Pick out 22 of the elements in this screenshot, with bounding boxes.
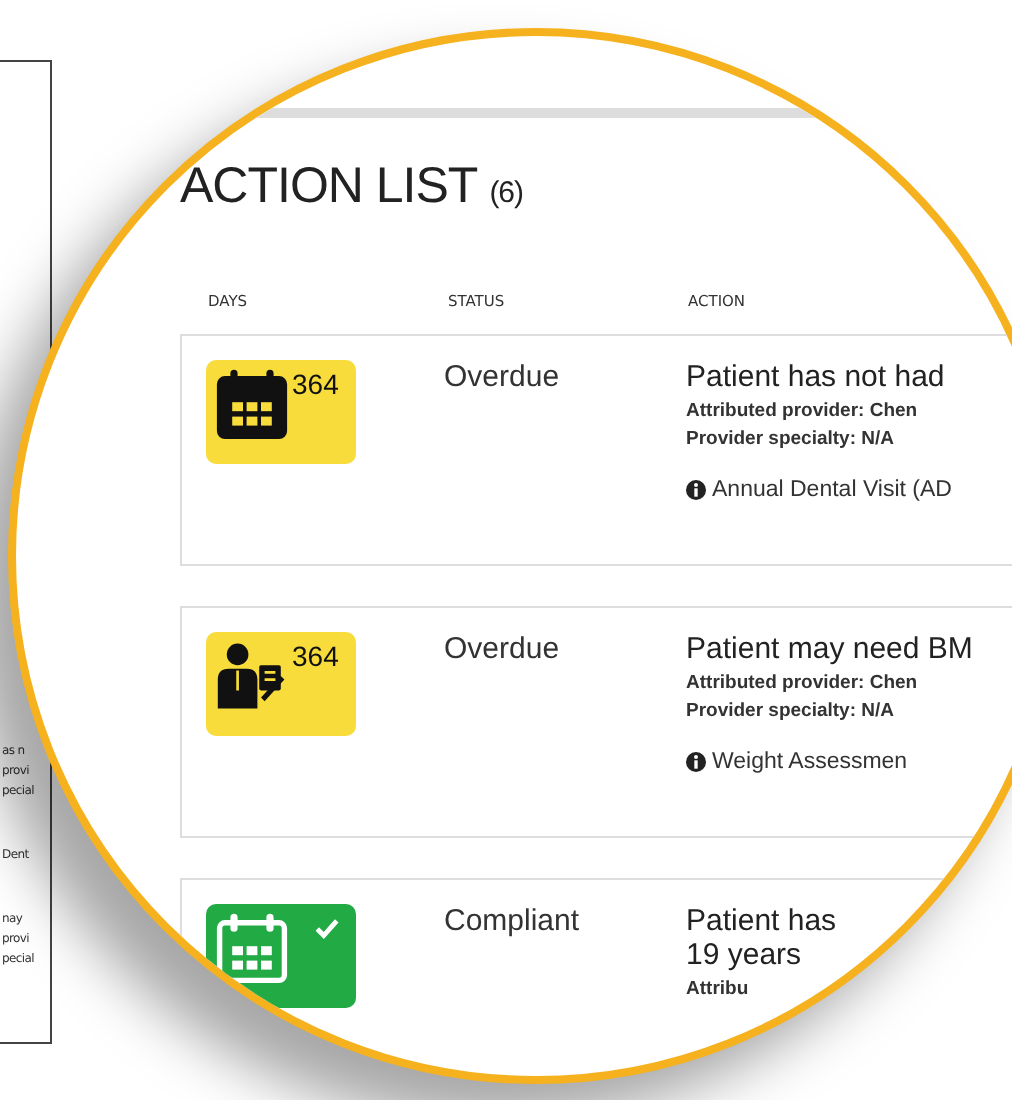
measure-link[interactable]: Weight Assessmen [712, 750, 908, 774]
info-icon [686, 752, 706, 772]
detail-text: Provider specialty: N/A [686, 428, 895, 450]
status-text: Overdue [444, 632, 562, 666]
days-count: 364 [292, 368, 339, 400]
action-title: Patient has not had [686, 360, 945, 394]
doctor-icon [216, 640, 288, 712]
measure-link[interactable]: Annual Dental Visit (AD [712, 478, 952, 502]
detail-text: Attributed provider: Chen [686, 400, 918, 422]
calendar-icon [216, 912, 288, 984]
detail-text: Attributed provider: Chen [686, 672, 918, 694]
calendar-icon [216, 368, 288, 440]
section-title: ACTION LIST (6) [180, 158, 526, 216]
action-title: 19 years [686, 938, 802, 972]
status-text: Overdue [444, 360, 562, 394]
action-title: Patient may need BM [686, 632, 973, 666]
info-icon [686, 480, 706, 500]
action-title: Patient has [686, 904, 837, 938]
detail-text: Provider specialty: N/A [686, 700, 895, 722]
status-text: Compliant [444, 904, 582, 938]
days-count: 364 [292, 640, 339, 672]
detail-text: Attribu [686, 978, 749, 1000]
